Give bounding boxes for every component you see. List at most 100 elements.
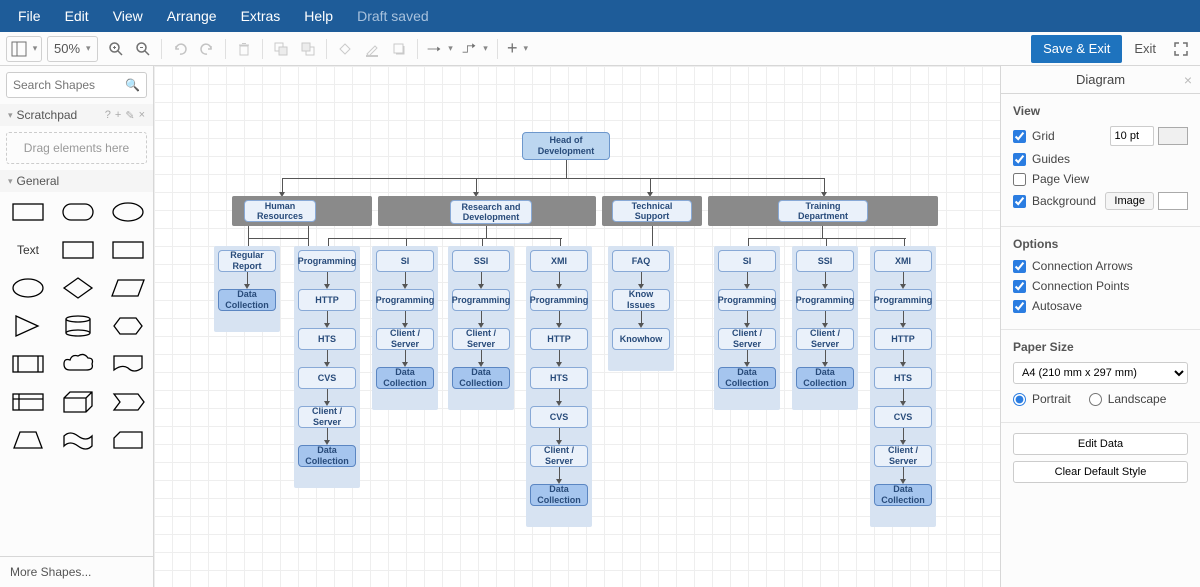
clear-style-button[interactable]: Clear Default Style (1013, 461, 1188, 483)
diagram-node[interactable]: HTTP (298, 289, 356, 311)
exit-link[interactable]: Exit (1130, 41, 1160, 56)
diagram-node[interactable]: Regular Report (218, 250, 276, 272)
shape-ellipse[interactable] (110, 198, 146, 226)
diagram-node[interactable]: Programming (530, 289, 588, 311)
connection-icon[interactable]: ▾ (423, 36, 457, 62)
paper-size-select[interactable]: A4 (210 mm x 297 mm) (1013, 362, 1188, 384)
diagram-node[interactable]: Client / Server (376, 328, 434, 350)
grid-size-input[interactable] (1110, 126, 1154, 146)
general-header[interactable]: ▾ General (0, 170, 153, 192)
zoom-level[interactable]: 50%▾ (47, 36, 98, 62)
landscape-radio[interactable] (1089, 393, 1102, 406)
shape-cloud[interactable] (60, 350, 96, 378)
diagram-dept-label[interactable]: Training Department (778, 200, 868, 222)
shape-cylinder[interactable] (60, 312, 96, 340)
background-image-button[interactable]: Image (1105, 192, 1154, 210)
diagram-node[interactable]: Client / Server (718, 328, 776, 350)
menu-help[interactable]: Help (292, 2, 345, 30)
diagram-node[interactable]: CVS (298, 367, 356, 389)
diagram-node[interactable]: Programming (298, 250, 356, 272)
menu-edit[interactable]: Edit (53, 2, 101, 30)
diagram-node[interactable]: Client / Server (452, 328, 510, 350)
line-color-icon[interactable] (359, 36, 385, 62)
diagram-node[interactable]: FAQ (612, 250, 670, 272)
diagram-node[interactable]: Client / Server (874, 445, 932, 467)
shape-internal-storage[interactable] (10, 388, 46, 416)
diagram-node[interactable]: CVS (530, 406, 588, 428)
edit-data-button[interactable]: Edit Data (1013, 433, 1188, 455)
grid-color-swatch[interactable] (1158, 127, 1188, 145)
diagram-node[interactable]: HTS (530, 367, 588, 389)
zoom-out-icon[interactable] (130, 36, 156, 62)
add-icon[interactable]: + (115, 109, 121, 122)
background-color-swatch[interactable] (1158, 192, 1188, 210)
shape-step[interactable] (110, 388, 146, 416)
diagram-node[interactable]: Data Collection (218, 289, 276, 311)
save-exit-button[interactable]: Save & Exit (1031, 35, 1122, 63)
shape-hexagon[interactable] (110, 312, 146, 340)
diagram-node[interactable]: XMI (530, 250, 588, 272)
diagram-node[interactable]: HTS (298, 328, 356, 350)
diagram-node[interactable]: HTTP (530, 328, 588, 350)
shape-rounded-rect[interactable] (60, 198, 96, 226)
insert-icon[interactable]: +▾ (503, 36, 533, 62)
diagram-node[interactable]: Head of Development (522, 132, 610, 160)
guides-checkbox[interactable] (1013, 153, 1026, 166)
menu-extras[interactable]: Extras (229, 2, 293, 30)
portrait-radio[interactable] (1013, 393, 1026, 406)
waypoint-icon[interactable]: ▾ (458, 36, 492, 62)
diagram-node[interactable]: Programming (718, 289, 776, 311)
to-front-icon[interactable] (268, 36, 294, 62)
shape-parallelogram[interactable] (110, 274, 146, 302)
shape-rectangle[interactable] (10, 198, 46, 226)
close-icon[interactable]: × (139, 109, 145, 122)
shape-cube[interactable] (60, 388, 96, 416)
diagram-dept-label[interactable]: Research and Development (450, 200, 532, 224)
view-mode-button[interactable]: ▾ (6, 36, 42, 62)
diagram-node[interactable]: Programming (796, 289, 854, 311)
scratchpad-dropzone[interactable]: Drag elements here (6, 132, 147, 164)
menu-view[interactable]: View (101, 2, 155, 30)
more-shapes-link[interactable]: More Shapes... (0, 556, 153, 587)
diagram-node[interactable]: Knowhow (612, 328, 670, 350)
help-icon[interactable]: ? (105, 109, 111, 122)
diagram-node[interactable]: Data Collection (298, 445, 356, 467)
shape-rect3[interactable] (110, 236, 146, 264)
delete-icon[interactable] (231, 36, 257, 62)
diagram-node[interactable]: Client / Server (530, 445, 588, 467)
diagram-dept-label[interactable]: Human Resources (244, 200, 316, 222)
shape-document[interactable] (110, 350, 146, 378)
shape-diamond[interactable] (60, 274, 96, 302)
shape-text[interactable]: Text (17, 243, 39, 257)
close-icon[interactable]: × (1184, 72, 1192, 88)
background-checkbox[interactable] (1013, 195, 1026, 208)
diagram-node[interactable]: HTTP (874, 328, 932, 350)
diagram-node[interactable]: SSI (452, 250, 510, 272)
shape-tape[interactable] (60, 426, 96, 454)
format-tab-diagram[interactable]: Diagram× (1001, 66, 1200, 94)
shadow-icon[interactable] (386, 36, 412, 62)
diagram-node[interactable]: SI (718, 250, 776, 272)
diagram-node[interactable]: Client / Server (298, 406, 356, 428)
shape-triangle[interactable] (10, 312, 46, 340)
shape-ellipse2[interactable] (10, 274, 46, 302)
autosave-checkbox[interactable] (1013, 300, 1026, 313)
diagram-node[interactable]: Know Issues (612, 289, 670, 311)
edit-icon[interactable]: ✎ (125, 109, 134, 122)
diagram-node[interactable]: Data Collection (530, 484, 588, 506)
search-input[interactable] (13, 78, 125, 92)
canvas[interactable]: Head of Development Human Resources Resear… (154, 66, 1000, 587)
diagram-node[interactable]: Data Collection (796, 367, 854, 389)
page-view-checkbox[interactable] (1013, 173, 1026, 186)
diagram-node[interactable]: Data Collection (452, 367, 510, 389)
fill-color-icon[interactable] (332, 36, 358, 62)
shape-rect2[interactable] (60, 236, 96, 264)
diagram-node[interactable]: Data Collection (718, 367, 776, 389)
menu-file[interactable]: File (6, 2, 53, 30)
grid-checkbox[interactable] (1013, 130, 1026, 143)
menu-arrange[interactable]: Arrange (155, 2, 229, 30)
diagram-node[interactable]: Data Collection (874, 484, 932, 506)
diagram-node[interactable]: CVS (874, 406, 932, 428)
diagram-node[interactable]: SSI (796, 250, 854, 272)
shape-card[interactable] (110, 426, 146, 454)
